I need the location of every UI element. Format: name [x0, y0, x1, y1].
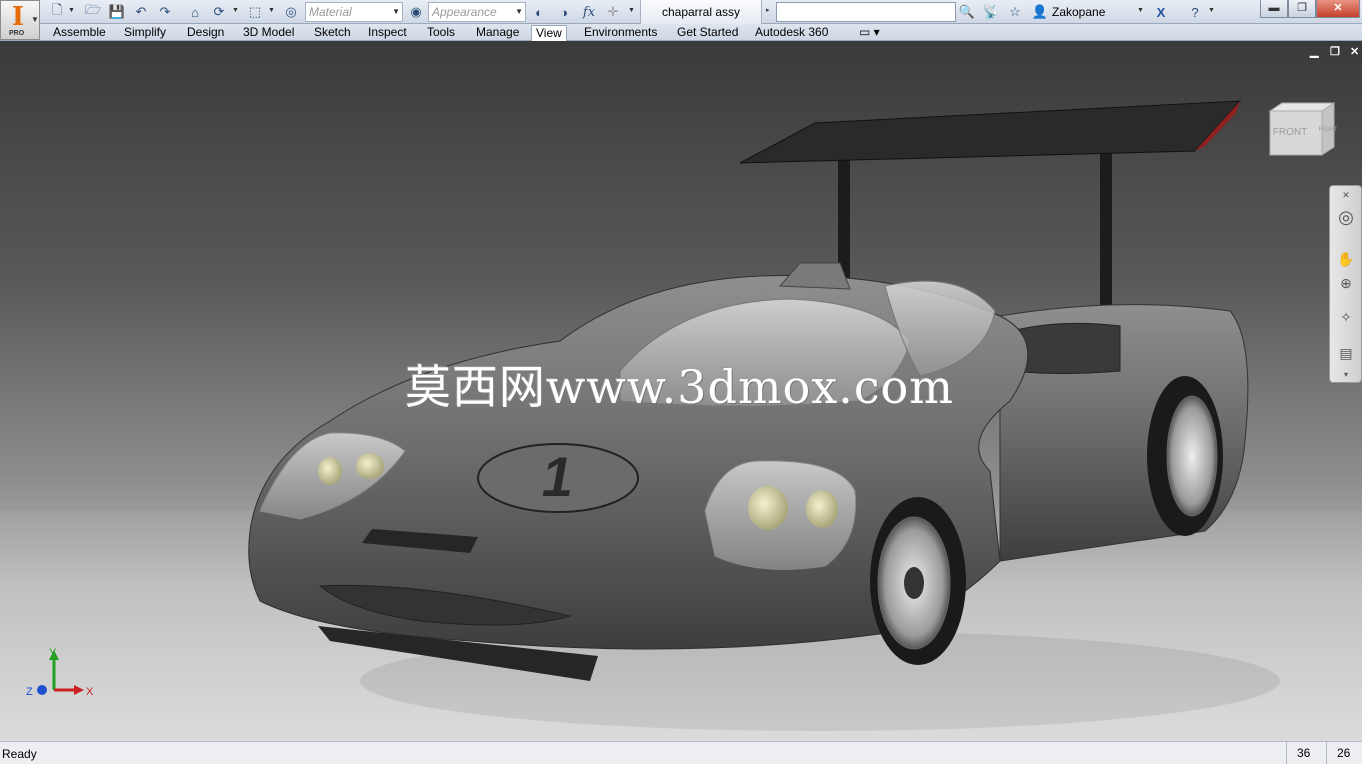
inventor-logo-icon: I — [11, 2, 25, 32]
redo-icon[interactable]: ↷ — [156, 3, 174, 21]
headlight-right-1 — [748, 486, 788, 530]
roof-scoop — [778, 262, 851, 290]
tab-manage[interactable]: Manage — [472, 25, 523, 41]
headlight-left-1 — [318, 457, 342, 485]
select-icon[interactable]: ⬚ — [246, 3, 264, 21]
appearance-combo-value: Appearance — [432, 5, 497, 19]
headlight-right-2 — [806, 490, 838, 528]
pan-icon[interactable]: ✋ — [1337, 250, 1355, 268]
help-icon[interactable]: ? — [1186, 3, 1204, 21]
update-icon[interactable]: ⟳ — [210, 3, 228, 21]
user-name[interactable]: Zakopane — [1052, 0, 1105, 24]
tab-get-started[interactable]: Get Started — [673, 25, 742, 41]
ribbon-tabs: Assemble Simplify Design 3D Model Sketch… — [0, 24, 1362, 41]
undo-icon[interactable]: ↶ — [132, 3, 150, 21]
rear-rim — [1166, 395, 1218, 517]
front-hub — [904, 567, 924, 599]
viewcube-right-label: RIGHT — [1319, 127, 1338, 133]
tab-3d-model[interactable]: 3D Model — [239, 25, 298, 41]
tab-tools[interactable]: Tools — [423, 25, 459, 41]
crosshair-icon[interactable]: ✛ — [604, 3, 622, 21]
save-icon[interactable]: 💾 — [108, 3, 126, 21]
graphics-viewport[interactable]: ▁ ❐ ✕ 1 莫西网www.3dmox.com FRONT RIGHT ✕ ◎… — [0, 41, 1362, 741]
navbar-customize-icon[interactable]: ▾ — [1337, 366, 1355, 384]
viewcube[interactable]: FRONT RIGHT — [1262, 97, 1342, 167]
z-axis-dot — [37, 685, 47, 695]
home-icon[interactable]: ⌂ — [186, 3, 204, 21]
tab-inspect[interactable]: Inspect — [364, 25, 411, 41]
color-wheel-icon[interactable]: ◉ — [407, 3, 425, 21]
wing-strut-left — [838, 159, 850, 279]
x-axis-arrow — [74, 685, 84, 695]
triad-y-label: Y — [49, 647, 57, 659]
watermark: 莫西网www.3dmox.com — [405, 360, 954, 414]
title-bar: 🗋 ▼ 🗁 💾 ↶ ↷ ⌂ ⟳ ▼ ⬚ ▼ ◎ Material ▼ ◉ App… — [0, 0, 1362, 24]
material-icon[interactable]: ◎ — [282, 3, 300, 21]
restore-button[interactable]: ❐ — [1288, 0, 1316, 18]
orbit-icon[interactable]: ✧ — [1337, 308, 1355, 326]
chevron-down-icon: ▼ — [515, 7, 523, 16]
communication-icon[interactable]: 📡 — [982, 3, 1000, 21]
look-at-icon[interactable]: ▤ — [1337, 344, 1355, 362]
tab-design[interactable]: Design — [183, 25, 228, 41]
tab-sketch[interactable]: Sketch — [310, 25, 355, 41]
user-dropdown-icon[interactable]: ▼ — [1137, 7, 1144, 14]
status-count-b: 26 — [1326, 742, 1362, 764]
axis-triad: Y X Z — [26, 647, 94, 698]
user-icon[interactable]: 👤 — [1031, 3, 1049, 21]
material-combo[interactable]: Material ▼ — [305, 2, 403, 22]
zoom-icon[interactable]: ⊕ — [1337, 274, 1355, 292]
update-dropdown-icon[interactable]: ▼ — [232, 7, 239, 14]
status-text: Ready — [2, 747, 37, 761]
wing-strut-right — [1100, 151, 1112, 311]
adjust-appearance-icon[interactable]: ◐ — [530, 3, 548, 21]
open-icon[interactable]: 🗁 — [84, 2, 102, 21]
headlight-left-2 — [356, 453, 384, 479]
new-icon[interactable]: 🗋 — [48, 2, 66, 21]
chevron-down-icon: ▼ — [392, 7, 400, 16]
side-vent — [1011, 322, 1121, 374]
clear-appearance-icon[interactable]: ◑ — [555, 3, 573, 21]
viewcube-front-label: FRONT — [1273, 127, 1307, 138]
triad-x-label: X — [86, 686, 94, 698]
document-title: chaparral assy — [640, 0, 762, 24]
ribbon-display-toggle-icon[interactable]: ▭ ▾ — [855, 25, 884, 41]
triad-z-label: Z — [26, 686, 33, 698]
help-dropdown-icon[interactable]: ▼ — [1208, 7, 1215, 14]
appearance-combo[interactable]: Appearance ▼ — [428, 2, 526, 22]
tab-environments[interactable]: Environments — [580, 25, 661, 41]
status-bar: Ready 36 26 — [0, 741, 1362, 764]
steering-wheel-icon[interactable]: ◎ — [1337, 208, 1355, 226]
navbar-close-icon[interactable]: ✕ — [1337, 186, 1355, 204]
search-icon[interactable]: 🔍 — [958, 3, 976, 21]
exchange-icon[interactable]: X — [1152, 3, 1170, 21]
star-icon[interactable]: ☆ — [1006, 3, 1024, 21]
pro-badge: PRO — [9, 30, 25, 37]
tab-view[interactable]: View — [531, 25, 567, 41]
material-combo-value: Material — [309, 5, 352, 19]
qat-customize-icon[interactable]: ▼ — [628, 7, 635, 14]
chevron-down-icon: ▼ — [31, 15, 39, 24]
minimize-button[interactable]: ▬ — [1260, 0, 1288, 18]
navigation-bar: ✕ ◎ ✋ ⊕ ✧ ▤ ▾ — [1329, 185, 1362, 383]
close-button[interactable]: ✕ — [1316, 0, 1360, 18]
search-input[interactable] — [776, 2, 956, 22]
tab-assemble[interactable]: Assemble — [49, 25, 110, 41]
select-dropdown-icon[interactable]: ▼ — [268, 7, 275, 14]
new-dropdown-icon[interactable]: ▼ — [68, 7, 75, 14]
tab-simplify[interactable]: Simplify — [120, 25, 170, 41]
wing-plane — [739, 100, 1242, 164]
tab-autodesk-360[interactable]: Autodesk 360 — [751, 25, 832, 41]
application-menu-button[interactable]: I PRO ▼ — [0, 0, 40, 40]
fx-icon[interactable]: fx — [580, 3, 598, 21]
status-count-a: 36 — [1286, 742, 1326, 764]
search-expand-icon[interactable]: ▸ — [766, 6, 770, 14]
